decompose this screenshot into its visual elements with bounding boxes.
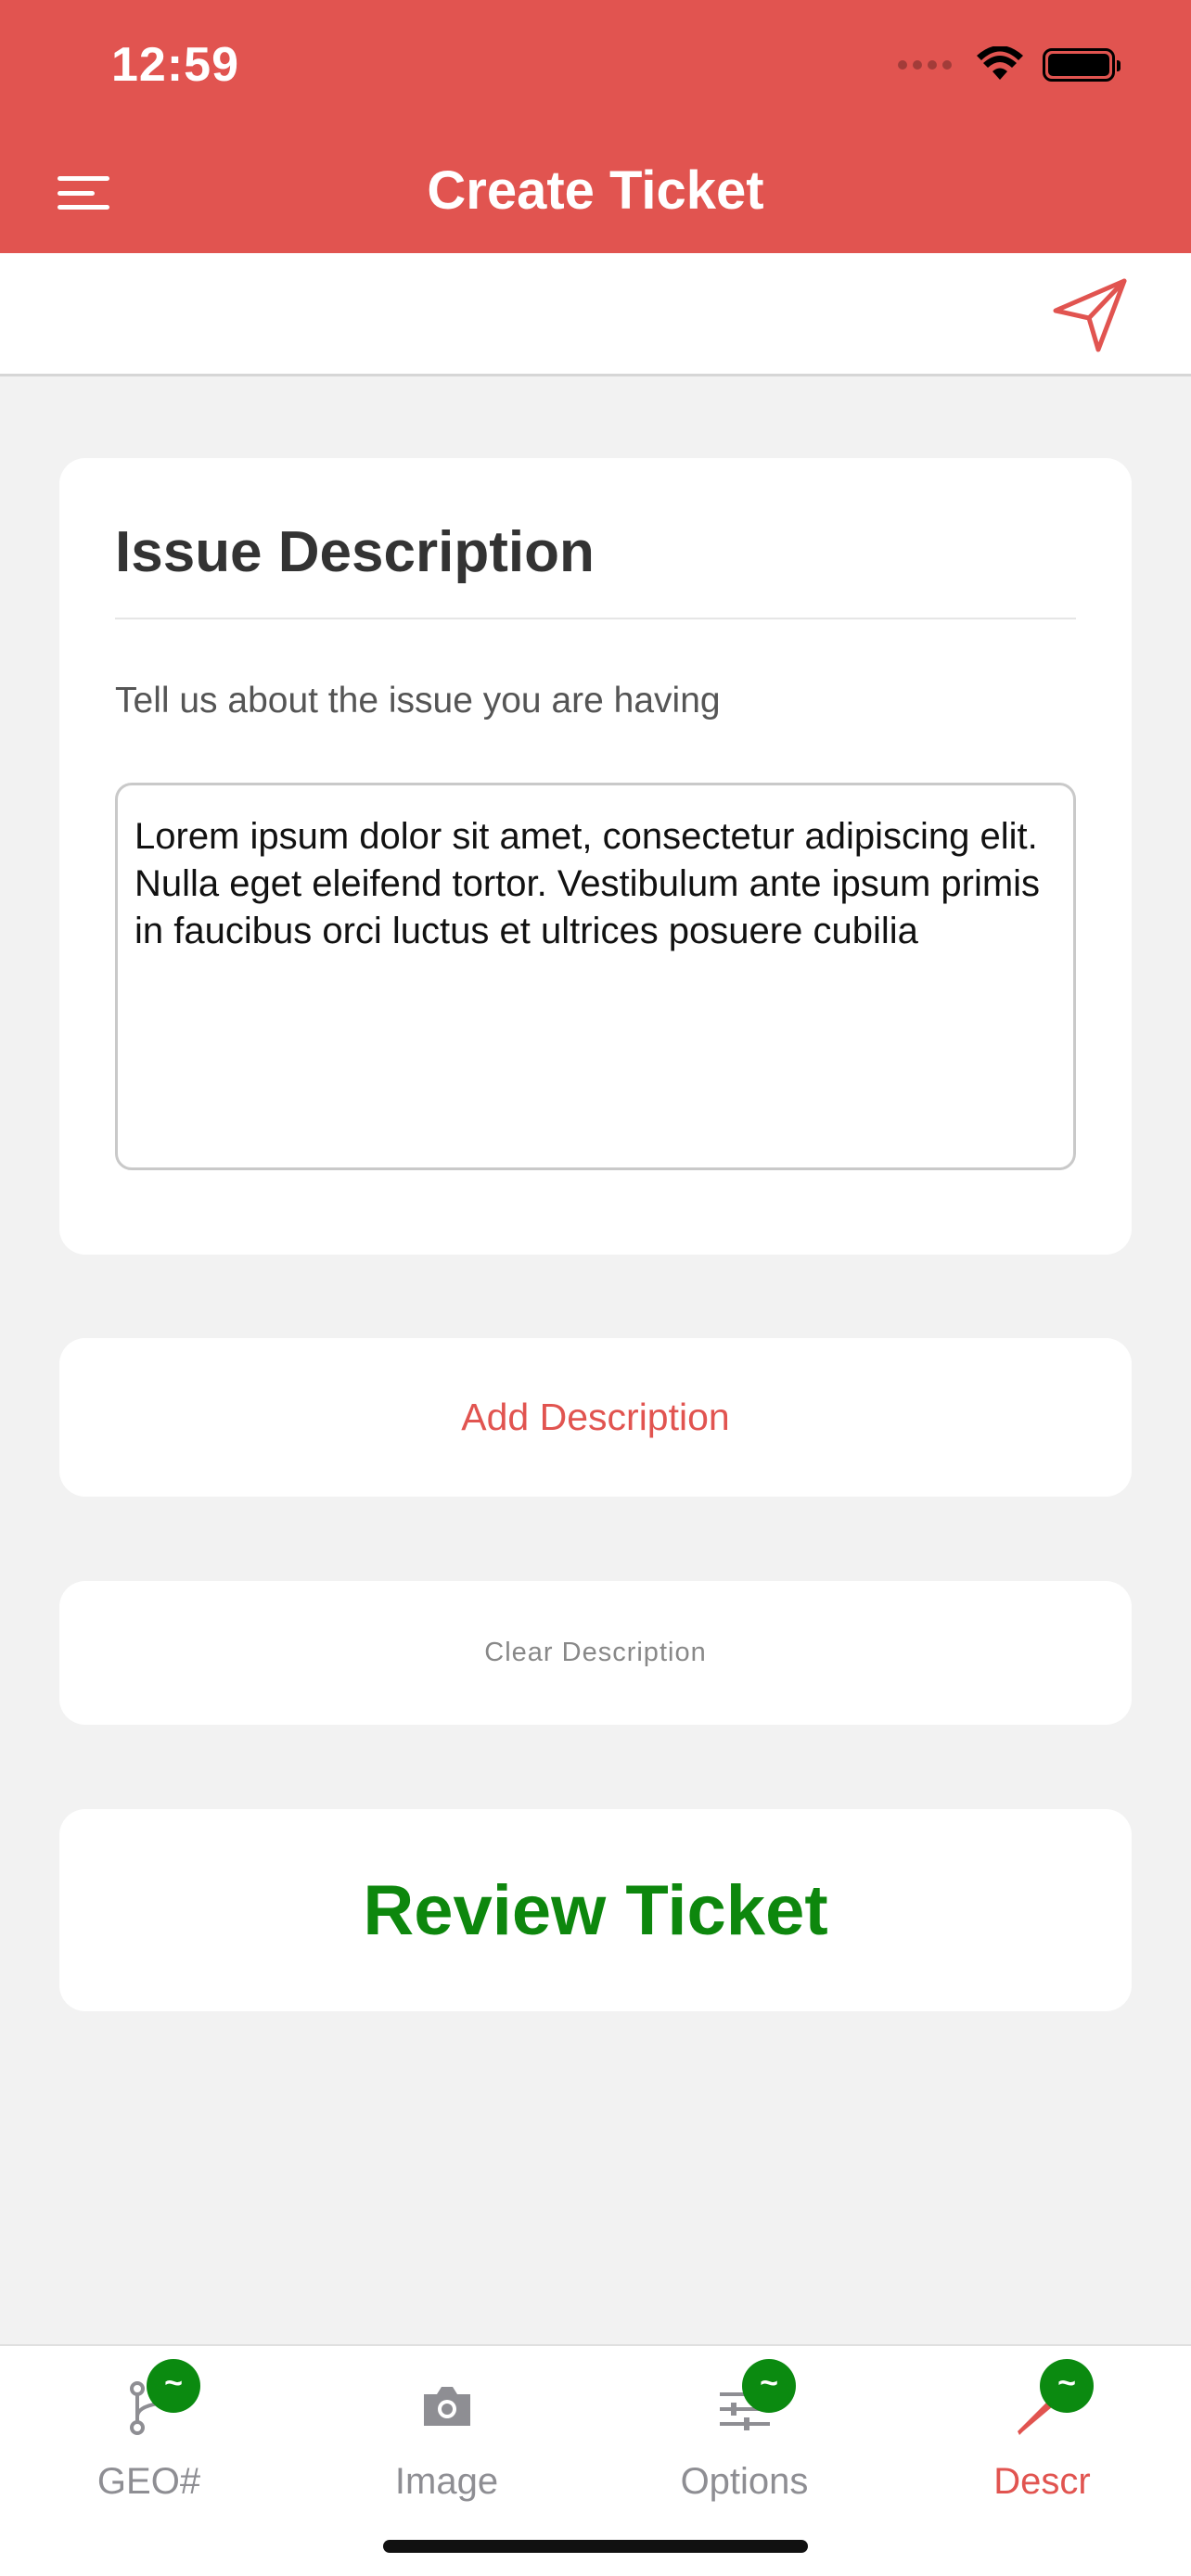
card-title: Issue Description xyxy=(115,520,595,584)
toolbar xyxy=(0,253,1191,376)
status-badge: ~ xyxy=(147,2359,200,2413)
status-badge: ~ xyxy=(742,2359,796,2413)
tab-options[interactable]: ~ Options xyxy=(596,2346,893,2513)
issue-description-card: Issue Description Tell us about the issu… xyxy=(59,458,1132,1255)
add-description-button[interactable]: Add Description xyxy=(59,1338,1132,1497)
review-ticket-button[interactable]: Review Ticket xyxy=(59,1809,1132,2011)
description-textarea[interactable]: Lorem ipsum dolor sit amet, consectetur … xyxy=(115,783,1076,1170)
clear-description-button[interactable]: Clear Description xyxy=(59,1581,1132,1725)
review-ticket-label: Review Ticket xyxy=(363,1870,828,1950)
status-icons xyxy=(898,46,1121,83)
tab-label: GEO# xyxy=(96,2461,201,2502)
issue-prompt: Tell us about the issue you are having xyxy=(115,681,721,721)
tab-label: Descr xyxy=(993,2461,1091,2502)
tab-label: Image xyxy=(394,2461,499,2502)
tab-descr[interactable]: ~ Descr xyxy=(893,2346,1191,2513)
tab-geo[interactable]: ~ GEO# xyxy=(0,2346,298,2513)
paper-plane-icon[interactable] xyxy=(1048,274,1132,357)
wifi-icon xyxy=(977,46,1023,80)
battery-icon xyxy=(1043,48,1121,82)
tab-label: Options xyxy=(680,2461,809,2502)
create-ticket-screen: 12:59 Create Ticket Issue Description Te… xyxy=(0,0,1191,2576)
divider xyxy=(115,618,1076,619)
cellular-signal-icon xyxy=(898,60,952,70)
page-title: Create Ticket xyxy=(427,160,764,221)
camera-icon xyxy=(423,2387,470,2426)
status-time: 12:59 xyxy=(111,38,239,92)
add-description-label: Add Description xyxy=(461,1396,730,1438)
status-badge: ~ xyxy=(1040,2359,1094,2413)
tab-image[interactable]: Image xyxy=(298,2346,596,2513)
home-indicator xyxy=(383,2540,808,2553)
clear-description-label: Clear Description xyxy=(484,1638,707,1667)
app-header: 12:59 Create Ticket xyxy=(0,0,1191,253)
